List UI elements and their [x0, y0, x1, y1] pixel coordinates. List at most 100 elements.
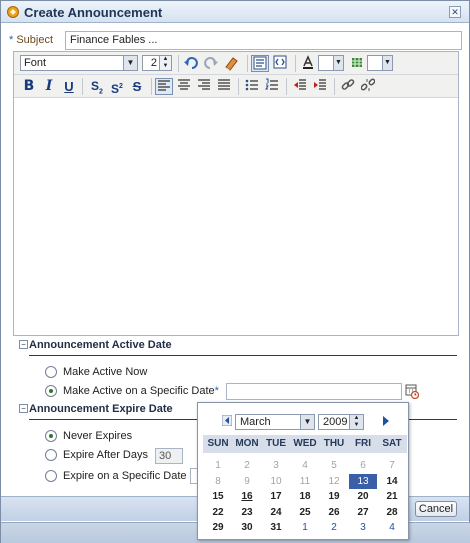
- calendar-day[interactable]: 23: [233, 505, 261, 520]
- cancel-button[interactable]: Cancel: [415, 501, 457, 517]
- calendar-icon[interactable]: [405, 383, 419, 399]
- toolbar-divider: [151, 78, 152, 95]
- calendar-day[interactable]: 28: [378, 505, 406, 520]
- calendar-day[interactable]: 3: [349, 520, 377, 535]
- subject-input[interactable]: Finance Fables ...: [65, 31, 462, 50]
- editor-content-area[interactable]: [14, 99, 458, 335]
- eraser-icon[interactable]: [222, 55, 240, 72]
- numbered-list-icon[interactable]: [263, 78, 281, 95]
- weekday-header: SAT: [377, 435, 407, 453]
- calendar-day[interactable]: 2: [233, 458, 261, 473]
- calendar-day[interactable]: 30: [233, 520, 261, 535]
- required-mark: *: [9, 34, 14, 46]
- expire-days-input[interactable]: 30: [155, 448, 183, 464]
- link-icon[interactable]: [339, 78, 357, 95]
- rich-text-mode-icon[interactable]: [251, 55, 269, 72]
- calendar-day[interactable]: 24: [262, 505, 290, 520]
- calendar-day[interactable]: 22: [204, 505, 232, 520]
- date-picker-popup: March ▼ 2009 ▲ ▼ SUN MON TUE WED THU FRI SAT 1 2 3…: [197, 402, 409, 540]
- toolbar-divider: [247, 55, 248, 72]
- bold-icon[interactable]: B: [20, 78, 38, 95]
- subject-label-text: Subject: [16, 34, 54, 46]
- spinner-icon: ▲ ▼: [349, 415, 363, 429]
- calendar-day[interactable]: 18: [291, 489, 319, 504]
- bullet-list-icon[interactable]: [243, 78, 261, 95]
- calendar-header: March ▼ 2009 ▲ ▼: [198, 403, 408, 433]
- align-center-icon[interactable]: [175, 78, 193, 95]
- unlink-icon[interactable]: [359, 78, 377, 95]
- underline-icon[interactable]: U: [60, 78, 78, 95]
- calendar-day[interactable]: 3: [262, 458, 290, 473]
- toolbar-divider: [178, 55, 179, 72]
- make-active-specific-date-radio[interactable]: [45, 385, 57, 397]
- chevron-down-icon: ▼: [333, 56, 343, 70]
- calendar-day[interactable]: 29: [204, 520, 232, 535]
- calendar-day[interactable]: 11: [291, 474, 319, 489]
- month-select[interactable]: March ▼: [235, 414, 315, 430]
- superscript-icon[interactable]: S2: [108, 78, 126, 96]
- expire-specific-date-label: Expire on a Specific Date: [63, 470, 187, 482]
- text-color-icon[interactable]: [299, 55, 317, 72]
- italic-icon[interactable]: I: [40, 78, 58, 95]
- year-stepper[interactable]: 2009 ▲ ▼: [318, 414, 364, 430]
- calendar-day[interactable]: 21: [378, 489, 406, 504]
- collapse-icon[interactable]: −: [19, 404, 28, 413]
- calendar-day[interactable]: 9: [233, 474, 261, 489]
- background-color-picker[interactable]: ▼: [367, 55, 393, 71]
- justify-icon[interactable]: [215, 78, 233, 95]
- chevron-down-icon: ▼: [300, 415, 314, 429]
- weekday-header: TUE: [261, 435, 291, 453]
- undo-icon[interactable]: [182, 55, 200, 72]
- editor-toolbar-bottom: B I U S2 S2 S: [14, 75, 458, 98]
- collapse-icon[interactable]: −: [19, 340, 28, 349]
- calendar-day[interactable]: 27: [349, 505, 377, 520]
- calendar-day[interactable]: 14: [378, 474, 406, 489]
- calendar-day[interactable]: 19: [320, 489, 348, 504]
- calendar-day[interactable]: 6: [349, 458, 377, 473]
- calendar-day[interactable]: 8: [204, 474, 232, 489]
- weekday-header: MON: [232, 435, 262, 453]
- outdent-icon[interactable]: [291, 78, 309, 95]
- expire-specific-date-radio[interactable]: [45, 470, 57, 482]
- calendar-day[interactable]: 4: [291, 458, 319, 473]
- font-size-value: 2: [150, 57, 157, 69]
- calendar-day[interactable]: 17: [262, 489, 290, 504]
- calendar-day[interactable]: 26: [320, 505, 348, 520]
- calendar-day[interactable]: 10: [262, 474, 290, 489]
- calendar-day[interactable]: 13: [349, 473, 377, 489]
- next-month-icon[interactable]: [381, 415, 391, 427]
- calendar-day[interactable]: 1: [291, 520, 319, 535]
- text-color-picker[interactable]: ▼: [318, 55, 344, 71]
- make-active-now-radio[interactable]: [45, 366, 57, 378]
- background-color-icon[interactable]: [348, 55, 366, 72]
- source-mode-icon[interactable]: [271, 55, 289, 72]
- dialog-title: Create Announcement: [24, 5, 163, 20]
- make-active-specific-date-label: Make Active on a Specific Date*: [63, 385, 219, 397]
- align-right-icon[interactable]: [195, 78, 213, 95]
- calendar-day[interactable]: 2: [320, 520, 348, 535]
- previous-month-icon[interactable]: [221, 414, 233, 427]
- calendar-day[interactable]: 31: [262, 520, 290, 535]
- calendar-day[interactable]: 16: [233, 489, 261, 504]
- font-size-stepper[interactable]: 2 ▲ ▼: [142, 55, 172, 71]
- redo-icon[interactable]: [202, 55, 220, 72]
- toolbar-divider: [295, 55, 296, 72]
- align-left-icon[interactable]: [155, 78, 173, 95]
- expire-after-days-radio[interactable]: [45, 449, 57, 461]
- calendar-day[interactable]: 5: [320, 458, 348, 473]
- calendar-day[interactable]: 7: [378, 458, 406, 473]
- close-button[interactable]: ✕: [449, 6, 461, 18]
- indent-icon[interactable]: [311, 78, 329, 95]
- calendar-day[interactable]: 15: [204, 489, 232, 504]
- calendar-day[interactable]: 4: [378, 520, 406, 535]
- subscript-icon[interactable]: S2: [88, 78, 106, 95]
- active-date-input[interactable]: [226, 383, 402, 400]
- calendar-day[interactable]: 20: [349, 489, 377, 504]
- calendar-day[interactable]: 25: [291, 505, 319, 520]
- font-select[interactable]: Font ▼: [20, 55, 138, 71]
- calendar-day[interactable]: 1: [204, 458, 232, 473]
- calendar-day[interactable]: 12: [320, 474, 348, 489]
- active-date-section-title: Announcement Active Date: [29, 339, 172, 351]
- strikethrough-icon[interactable]: S: [128, 78, 146, 95]
- never-expires-radio[interactable]: [45, 430, 57, 442]
